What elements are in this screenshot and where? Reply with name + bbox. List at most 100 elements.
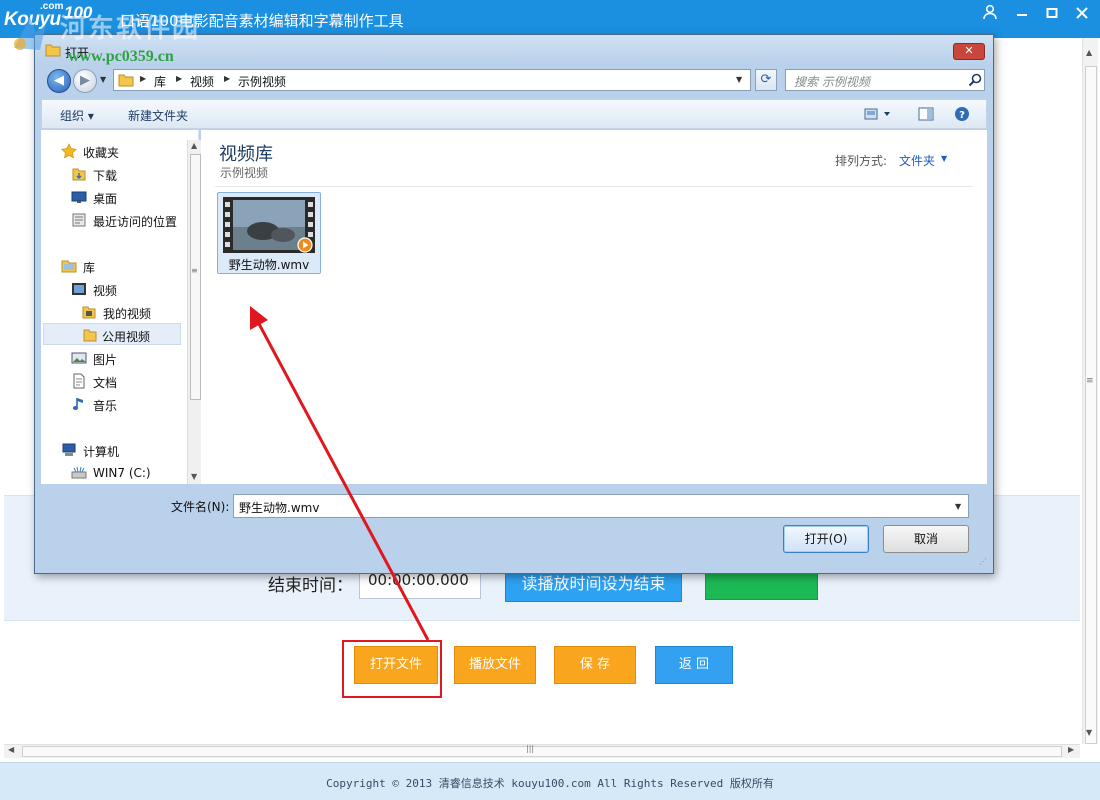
file-item-selected[interactable]: 野生动物.wmv xyxy=(217,192,321,274)
nav-item-music[interactable]: 音乐 xyxy=(71,393,181,415)
address-bar[interactable]: ▶ 库 ▶ 视频 ▶ 示例视频 ▼ xyxy=(113,69,751,91)
nav-item-documents[interactable]: 文档 xyxy=(71,370,181,392)
scroll-down-icon[interactable]: ▼ xyxy=(191,472,197,481)
breadcrumb-separator-icon: ▶ xyxy=(140,74,147,83)
nav-label: 我的视频 xyxy=(103,307,152,321)
scroll-right-icon[interactable]: ▶ xyxy=(1068,745,1074,754)
library-title: 视频库 xyxy=(219,144,273,165)
horizontal-scrollbar[interactable]: ◀ ||| ▶ xyxy=(4,744,1080,758)
divider xyxy=(215,186,973,187)
nav-label: 音乐 xyxy=(93,399,118,413)
nav-label: 库 xyxy=(83,261,96,275)
scrollbar-thumb[interactable] xyxy=(1085,66,1097,744)
file-item-name: 野生动物.wmv xyxy=(228,258,310,272)
documents-icon xyxy=(71,373,87,389)
folder-icon xyxy=(82,327,98,343)
music-icon xyxy=(71,396,87,412)
breadcrumb-sample-videos[interactable]: 示例视频 xyxy=(238,73,286,90)
organize-menu[interactable]: 组织 ▾ xyxy=(60,107,94,124)
video-thumbnail-icon xyxy=(223,197,315,253)
organize-label: 组织 xyxy=(60,109,85,123)
nav-item-computer[interactable]: 计算机 xyxy=(61,439,181,461)
scroll-left-icon[interactable]: ◀ xyxy=(8,745,14,754)
nav-item-desktop[interactable]: 桌面 xyxy=(71,186,181,208)
footer: Copyright © 2013 清睿信息技术 kouyu100.com All… xyxy=(0,762,1100,800)
new-folder-button[interactable]: 新建文件夹 xyxy=(128,107,188,124)
nav-item-libraries[interactable]: 库 xyxy=(61,255,181,277)
nav-label: 文档 xyxy=(93,376,118,390)
nav-item-my-videos[interactable]: 我的视频 xyxy=(81,301,185,323)
breadcrumb-videos[interactable]: 视频 xyxy=(190,73,214,90)
nav-label: WIN7 (C:) xyxy=(93,466,151,480)
nav-item-recent-places[interactable]: 最近访问的位置 xyxy=(71,209,187,231)
breadcrumb-separator-icon: ▶ xyxy=(224,74,231,83)
nav-item-public-videos[interactable]: 公用视频 xyxy=(43,323,181,345)
nav-item-favorites[interactable]: 收藏夹 xyxy=(61,140,181,162)
dialog-cancel-button[interactable]: 取消 xyxy=(883,525,969,553)
filename-label: 文件名(N): xyxy=(171,500,230,514)
search-input[interactable]: 搜索 示例视频 xyxy=(785,69,985,91)
scroll-up-icon[interactable]: ▲ xyxy=(191,141,197,150)
play-file-button[interactable]: 播放文件 xyxy=(454,646,536,684)
save-button[interactable]: 保 存 xyxy=(554,646,636,684)
watermark-text: 河东软件园 xyxy=(60,14,201,44)
star-icon xyxy=(61,143,77,159)
sort-dropdown[interactable]: 文件夹 xyxy=(899,152,935,169)
nav-label: 计算机 xyxy=(83,445,120,459)
nav-label: 桌面 xyxy=(93,192,118,206)
maximize-icon[interactable] xyxy=(1038,4,1066,26)
open-file-dialog: 打开 ✕ ◀ ▶ ▼ ▶ 库 ▶ 视频 ▶ 示例视频 ▼ ⟳ 搜索 示例视频 组… xyxy=(34,34,994,574)
forward-arrow-icon[interactable]: ▶ xyxy=(73,69,97,93)
watermark-url: www.pc0359.cn xyxy=(68,48,174,65)
minimize-icon[interactable] xyxy=(1008,4,1036,26)
sort-chevron-down-icon[interactable]: ▼ xyxy=(941,154,947,163)
back-button[interactable]: 返 回 xyxy=(655,646,733,684)
scroll-down-icon[interactable]: ▼ xyxy=(1086,728,1092,737)
vertical-scrollbar[interactable]: ▲ ≡ ▼ xyxy=(1082,38,1098,744)
dialog-open-button[interactable]: 打开(O) xyxy=(783,525,869,553)
search-icon[interactable] xyxy=(968,73,982,87)
drive-icon xyxy=(71,465,87,481)
nav-item-drive-c[interactable]: WIN7 (C:) xyxy=(71,462,181,484)
pictures-icon xyxy=(71,350,87,366)
dialog-close-icon[interactable]: ✕ xyxy=(953,43,985,60)
nav-label: 视频 xyxy=(93,284,118,298)
scroll-up-icon[interactable]: ▲ xyxy=(1086,48,1092,57)
library-subtitle: 示例视频 xyxy=(220,166,269,180)
nav-scrollbar-thumb[interactable] xyxy=(190,154,201,400)
svg-text:?: ? xyxy=(959,110,965,121)
search-placeholder: 搜索 示例视频 xyxy=(794,75,870,89)
h-grip-icon: ||| xyxy=(526,744,535,753)
nav-label: 公用视频 xyxy=(102,330,151,344)
address-dropdown-icon[interactable]: ▼ xyxy=(736,75,742,84)
nav-item-pictures[interactable]: 图片 xyxy=(71,347,181,369)
copyright-text: Copyright © 2013 清睿信息技术 kouyu100.com All… xyxy=(326,777,774,790)
nav-item-downloads[interactable]: 下载 xyxy=(71,163,181,185)
grip-icon: ≡ xyxy=(1086,376,1094,386)
help-icon[interactable]: ? xyxy=(954,106,970,125)
close-icon[interactable] xyxy=(1068,4,1096,26)
grip-icon: ≡ xyxy=(191,266,198,275)
user-icon[interactable] xyxy=(976,4,1004,26)
download-folder-icon xyxy=(71,166,87,182)
nav-label: 下载 xyxy=(93,169,118,183)
history-dropdown-icon[interactable]: ▼ xyxy=(100,75,106,84)
navigation-pane: 收藏夹 下载 桌面 最近访问的位置 库 视频 我的视频 公用视频 图片 文档 音… xyxy=(41,130,203,484)
breadcrumb-separator-icon: ▶ xyxy=(176,74,183,83)
video-library-icon xyxy=(71,281,87,297)
dialog-toolbar: 组织 ▾ 新建文件夹 ? xyxy=(41,99,987,129)
h-scrollbar-thumb[interactable] xyxy=(22,746,1062,757)
filename-field[interactable]: 野生动物.wmv xyxy=(233,494,969,518)
sort-label: 排列方式: xyxy=(835,154,888,168)
breadcrumb-libraries[interactable]: 库 xyxy=(154,73,166,90)
preview-pane-icon[interactable] xyxy=(918,106,934,125)
filename-dropdown-icon[interactable]: ▼ xyxy=(955,502,961,511)
back-arrow-icon[interactable]: ◀ xyxy=(47,69,71,93)
annotation-highlight-box xyxy=(342,640,442,698)
watermark-logo-icon xyxy=(6,14,54,54)
view-options-icon[interactable] xyxy=(864,106,892,125)
address-folder-icon xyxy=(118,73,134,87)
refresh-icon[interactable]: ⟳ xyxy=(755,69,777,91)
resize-grip-icon[interactable]: ⋰ xyxy=(979,557,987,566)
nav-item-videos[interactable]: 视频 xyxy=(71,278,181,300)
